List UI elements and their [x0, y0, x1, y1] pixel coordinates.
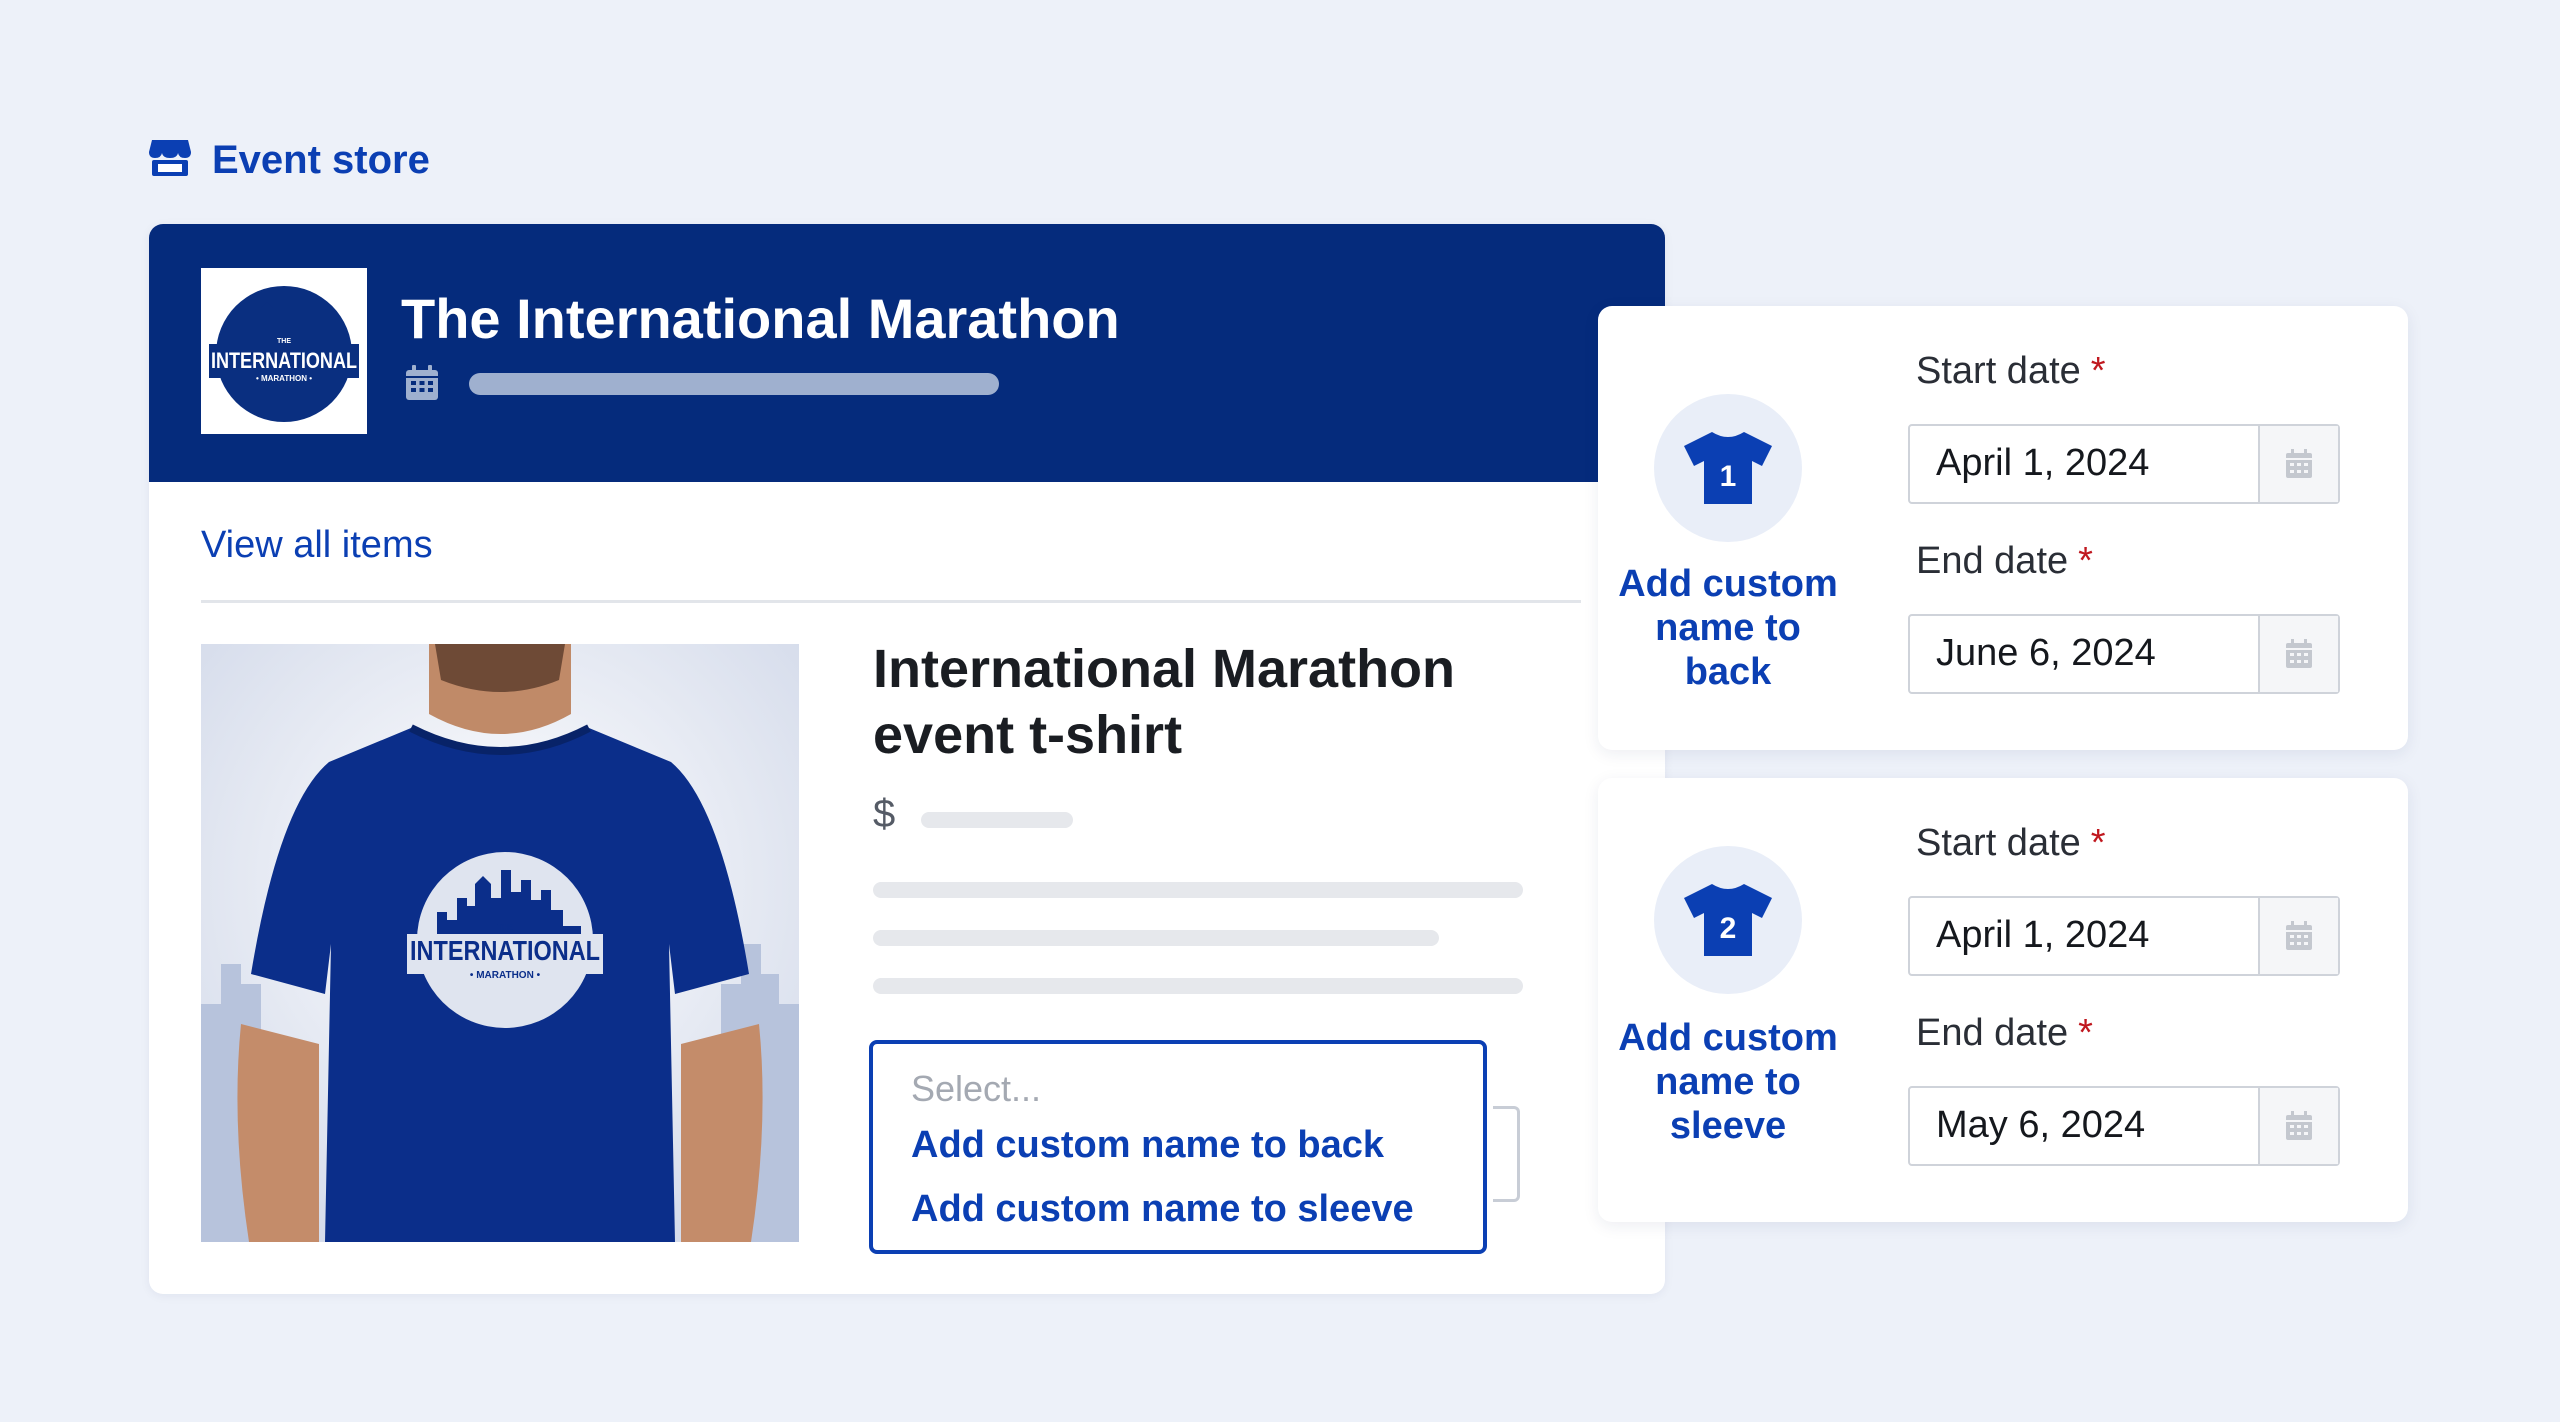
customization-select-dropdown[interactable]: Select... Add custom name to back Add cu…	[869, 1040, 1487, 1254]
product-title: International Marathon event t-shirt	[873, 639, 1456, 765]
start-date-value: April 1, 2024	[1936, 442, 2150, 484]
option-panel-sleeve: 2 Add custom name to sleeve Start date * …	[1598, 778, 2408, 1222]
svg-text:INTERNATIONAL: INTERNATIONAL	[410, 935, 600, 966]
product-image[interactable]: THE INTERNATIONAL • MARATHON •	[201, 644, 799, 1242]
svg-text:THE: THE	[277, 338, 291, 345]
divider	[201, 600, 1581, 603]
svg-text:THE: THE	[497, 923, 514, 932]
option-caption-sleeve: Add custom name to sleeve	[1618, 1017, 1838, 1147]
tshirt-icon: 1	[1684, 432, 1772, 504]
calendar-icon	[404, 364, 440, 407]
calendar-icon	[2286, 449, 2312, 478]
end-date-label: End date *	[1916, 1012, 2093, 1054]
select-field-edge	[1493, 1106, 1520, 1202]
price-placeholder-bar	[921, 812, 1073, 828]
required-marker: *	[2090, 350, 2106, 392]
option-caption-back: Add custom name to back	[1618, 563, 1838, 693]
option-add-name-sleeve[interactable]: Add custom name to sleeve	[911, 1188, 1414, 1231]
start-date-label: Start date *	[1916, 822, 2106, 864]
marathon-logo: THE INTERNATIONAL • MARATHON •	[201, 268, 367, 434]
end-date-label: End date *	[1916, 540, 2093, 582]
description-placeholder-line	[873, 882, 1523, 898]
start-date-label: Start date *	[1916, 350, 2106, 392]
calendar-icon	[2286, 639, 2312, 668]
required-marker: *	[2090, 822, 2106, 864]
svg-text:• MARATHON •: • MARATHON •	[470, 970, 541, 981]
tshirt-icon: 2	[1684, 884, 1772, 956]
description-placeholder-line	[873, 930, 1439, 946]
calendar-picker-button[interactable]	[2258, 616, 2338, 692]
svg-text:1: 1	[1720, 460, 1737, 493]
end-date-value: June 6, 2024	[1936, 632, 2156, 674]
end-date-input[interactable]: June 6, 2024	[1908, 614, 2340, 694]
calendar-picker-button[interactable]	[2258, 898, 2338, 974]
event-store-header: Event store	[148, 138, 430, 183]
calendar-icon	[2286, 921, 2312, 950]
svg-text:2: 2	[1720, 912, 1737, 945]
tshirt-icon-circle: 1	[1654, 394, 1802, 542]
event-store-label: Event store	[212, 138, 430, 182]
store-card: THE INTERNATIONAL • MARATHON • The Inter…	[149, 224, 1665, 1294]
calendar-picker-button[interactable]	[2258, 1088, 2338, 1164]
option-add-name-back[interactable]: Add custom name to back	[911, 1124, 1384, 1167]
svg-text:• MARATHON •: • MARATHON •	[256, 374, 312, 383]
view-all-items-link[interactable]: View all items	[201, 524, 433, 567]
store-icon	[148, 138, 192, 183]
start-date-input[interactable]: April 1, 2024	[1908, 896, 2340, 976]
end-date-value: May 6, 2024	[1936, 1104, 2146, 1146]
end-date-input[interactable]: May 6, 2024	[1908, 1086, 2340, 1166]
store-title: The International Marathon	[401, 287, 1120, 350]
calendar-picker-button[interactable]	[2258, 426, 2338, 502]
svg-text:INTERNATIONAL: INTERNATIONAL	[211, 348, 357, 373]
option-panel-back: 1 Add custom name to back Start date * Ap…	[1598, 306, 2408, 750]
description-placeholder-line	[873, 978, 1523, 994]
store-banner: THE INTERNATIONAL • MARATHON • The Inter…	[149, 224, 1665, 482]
calendar-icon	[2286, 1111, 2312, 1140]
tshirt-icon-circle: 2	[1654, 846, 1802, 994]
date-placeholder-bar	[469, 373, 999, 395]
start-date-input[interactable]: April 1, 2024	[1908, 424, 2340, 504]
select-placeholder: Select...	[911, 1068, 1042, 1109]
required-marker: *	[2078, 540, 2093, 582]
price-symbol: $	[873, 792, 896, 836]
start-date-value: April 1, 2024	[1936, 914, 2150, 956]
required-marker: *	[2078, 1012, 2093, 1054]
